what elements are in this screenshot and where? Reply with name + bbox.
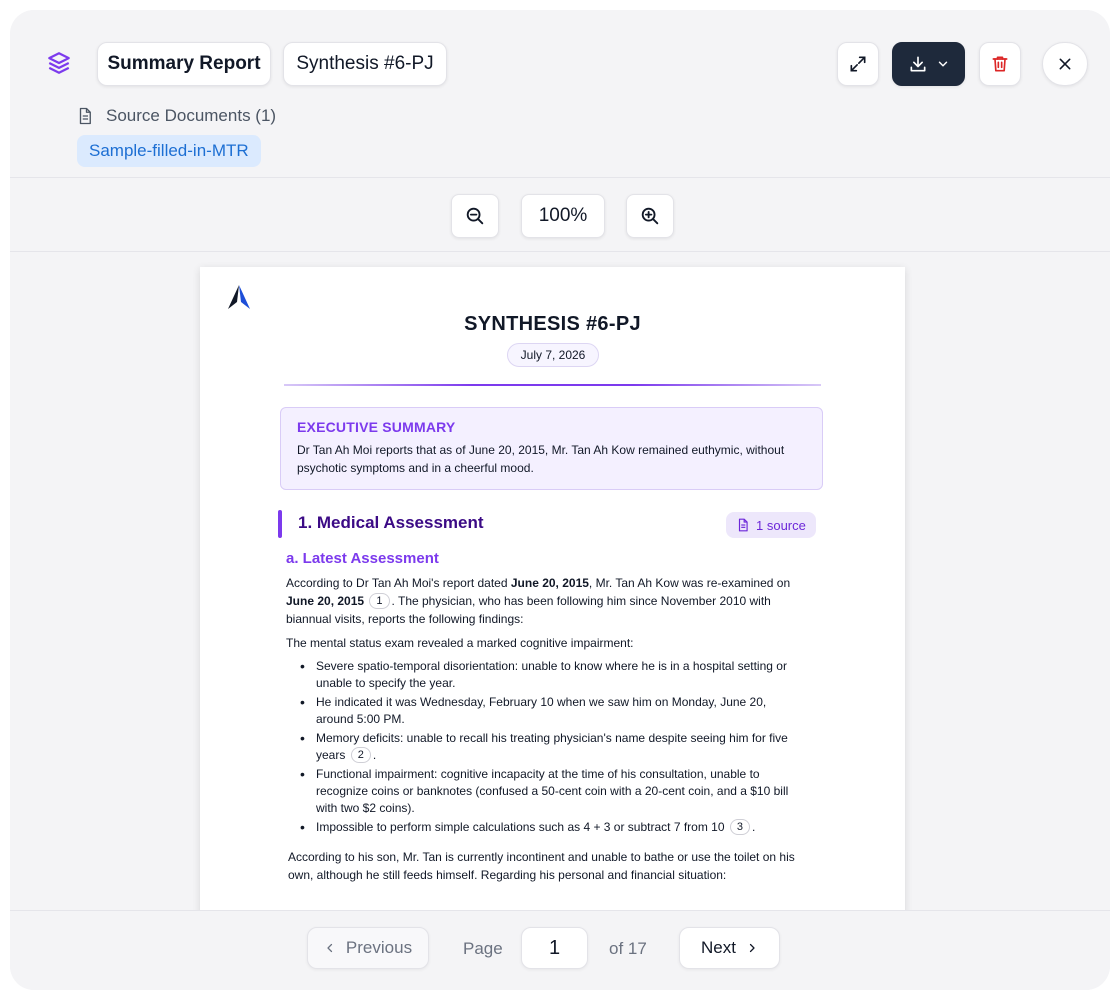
- executive-summary-title: EXECUTIVE SUMMARY: [297, 419, 456, 435]
- next-page-button[interactable]: Next: [679, 927, 780, 969]
- executive-summary-box: EXECUTIVE SUMMARY Dr Tan Ah Moi reports …: [280, 407, 823, 490]
- list-item: Impossible to perform simple calculation…: [300, 819, 800, 836]
- tab-summary-report[interactable]: Summary Report: [97, 42, 271, 86]
- total-pages-label: of 17: [609, 939, 647, 958]
- download-button[interactable]: [892, 42, 965, 86]
- tab-synthesis[interactable]: Synthesis #6-PJ: [283, 42, 447, 86]
- subsection-title: a. Latest Assessment: [286, 550, 439, 567]
- delete-button[interactable]: [979, 42, 1021, 86]
- download-icon: [910, 56, 925, 72]
- page-label: Page: [463, 939, 503, 958]
- close-button[interactable]: [1042, 42, 1088, 86]
- modal-header: Summary Report Synthesis #6-PJ Source Do…: [10, 10, 1110, 178]
- source-documents-header: Source Documents (1): [76, 104, 276, 128]
- list-item-text: Severe spatio-temporal disorientation: u…: [316, 659, 787, 690]
- document-title: SYNTHESIS #6-PJ: [464, 313, 641, 335]
- paragraph-son-report: According to his son, Mr. Tan is current…: [288, 850, 795, 882]
- text-bold: June 20, 2015: [510, 576, 589, 590]
- pagination-bar: Previous Page 1 of 17 Next: [10, 910, 1110, 990]
- paragraph-latest-assessment: According to Dr Tan Ah Moi's report date…: [286, 574, 816, 628]
- text-run: , Mr. Tan Ah Kow was re-examined on: [588, 576, 791, 590]
- list-item-text: Memory deficits: unable to recall his tr…: [316, 731, 788, 762]
- text-bold: June 20, 2015: [286, 594, 365, 608]
- source-document-chip[interactable]: Sample-filled-in-MTR: [77, 135, 261, 167]
- section-source-pill[interactable]: 1 source: [726, 512, 816, 538]
- document-page: SYNTHESIS #6-PJ July 7, 2026 EXECUTIVE S…: [200, 267, 905, 910]
- zoom-out-icon: [466, 207, 484, 225]
- zoom-in-button[interactable]: [626, 194, 674, 238]
- previous-label: Previous: [345, 938, 413, 957]
- section-accent-bar: [278, 510, 282, 538]
- list-item-punct: .: [372, 748, 377, 762]
- close-icon: [1059, 58, 1071, 70]
- document-brand-logo: [228, 285, 250, 309]
- chevron-left-icon: [327, 943, 333, 953]
- document-viewer[interactable]: SYNTHESIS #6-PJ July 7, 2026 EXECUTIVE S…: [10, 253, 1110, 910]
- list-item: Functional impairment: cognitive incapac…: [300, 766, 800, 817]
- expand-icon: [850, 56, 866, 72]
- chevron-right-icon: [749, 943, 755, 953]
- chevron-down-icon: [938, 61, 947, 67]
- list-item: He indicated it was Wednesday, February …: [300, 694, 800, 728]
- list-item: Memory deficits: unable to recall his tr…: [300, 730, 800, 764]
- zoom-out-button[interactable]: [451, 194, 499, 238]
- document-date: July 7, 2026: [507, 343, 599, 367]
- citation-marker[interactable]: 2: [350, 747, 371, 763]
- source-documents-label: Source Documents (1): [106, 106, 277, 125]
- zoom-toolbar: 100%: [10, 178, 1110, 252]
- list-item: Severe spatio-temporal disorientation: u…: [300, 658, 800, 692]
- expand-button[interactable]: [837, 42, 879, 86]
- document-icon: [79, 107, 91, 125]
- page-number-input[interactable]: 1: [521, 927, 588, 969]
- next-label: Next: [701, 938, 736, 957]
- source-pill-label: 1 source: [756, 517, 806, 533]
- paragraph-mental-status: The mental status exam revealed a marked…: [286, 636, 634, 650]
- previous-page-button[interactable]: Previous: [307, 927, 429, 969]
- executive-summary-body: Dr Tan Ah Moi reports that as of June 20…: [297, 443, 785, 475]
- summary-report-modal: Summary Report Synthesis #6-PJ Source Do…: [10, 10, 1110, 990]
- zoom-in-icon: [641, 207, 659, 225]
- list-item-text: Functional impairment: cognitive incapac…: [316, 767, 789, 815]
- list-item-punct: .: [751, 820, 756, 834]
- citation-marker[interactable]: 1: [369, 593, 390, 609]
- list-item-text: He indicated it was Wednesday, February …: [316, 695, 767, 726]
- section-title: 1. Medical Assessment: [298, 513, 484, 532]
- document-icon: [738, 518, 748, 532]
- trash-icon: [992, 56, 1008, 72]
- text-run: According to Dr Tan Ah Moi's report date…: [286, 576, 511, 590]
- list-item-text: Impossible to perform simple calculation…: [316, 820, 725, 834]
- citation-marker[interactable]: 3: [729, 819, 750, 835]
- findings-list: Severe spatio-temporal disorientation: u…: [300, 658, 800, 838]
- title-divider: [284, 384, 821, 386]
- layers-icon: [48, 52, 70, 74]
- zoom-level: 100%: [521, 194, 605, 238]
